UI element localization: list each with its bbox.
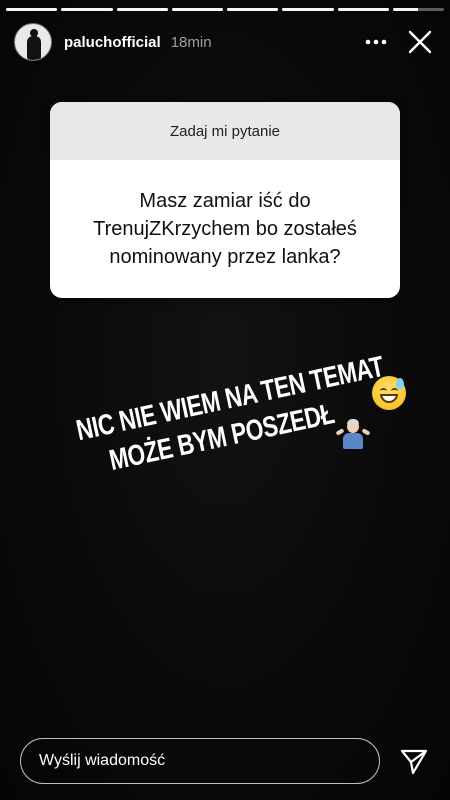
avatar[interactable] <box>14 23 52 61</box>
progress-segment <box>171 8 223 11</box>
close-icon <box>408 30 432 54</box>
progress-segment <box>282 8 334 11</box>
progress-segment <box>116 8 168 11</box>
story-viewer[interactable]: paluchofficial 18min Zadaj mi pytanie Ma… <box>0 0 450 800</box>
question-sticker: Zadaj mi pytanie Masz zamiar iść do Tren… <box>50 102 400 298</box>
story-progress-bar <box>6 8 444 11</box>
grinning-face-with-sweat-icon <box>372 376 406 410</box>
post-time: 18min <box>170 33 212 51</box>
question-body: Masz zamiar iść do TrenujZKrzychem bo zo… <box>50 160 400 298</box>
send-icon <box>400 749 428 775</box>
question-text: Masz zamiar iść do TrenujZKrzychem bo zo… <box>93 190 357 268</box>
progress-segment <box>337 8 389 11</box>
question-prompt: Zadaj mi pytanie <box>50 102 400 160</box>
person-shrugging-icon <box>335 418 371 452</box>
more-icon <box>365 39 387 45</box>
message-input[interactable] <box>20 738 380 784</box>
reply-bar <box>20 736 436 786</box>
username[interactable]: paluchofficial <box>64 34 161 51</box>
progress-segment <box>6 8 58 11</box>
close-button[interactable] <box>402 24 438 60</box>
progress-segment <box>227 8 279 11</box>
send-button[interactable] <box>392 739 436 783</box>
story-header: paluchofficial 18min <box>14 22 438 62</box>
progress-segment <box>61 8 113 11</box>
progress-segment <box>392 8 444 11</box>
more-options-button[interactable] <box>358 24 394 60</box>
